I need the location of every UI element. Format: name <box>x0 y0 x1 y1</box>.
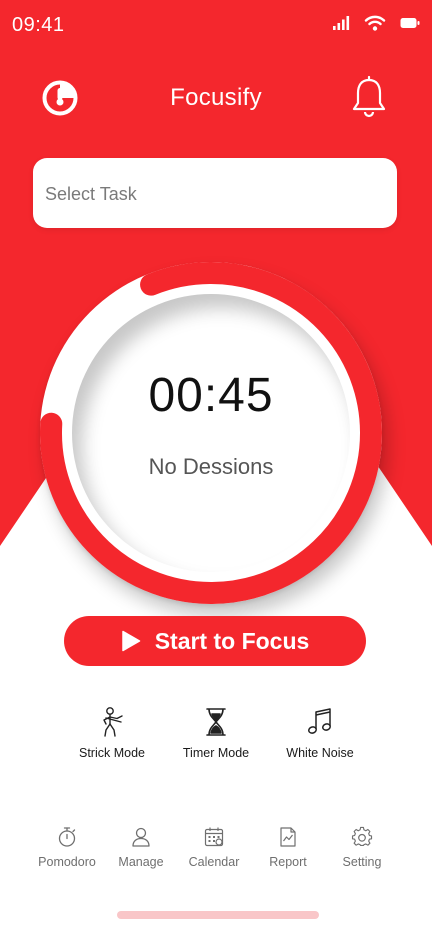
mode-options: Strick Mode Timer Mode White Noise <box>0 706 432 766</box>
notifications-button[interactable] <box>350 75 388 120</box>
status-icons <box>332 14 420 32</box>
start-focus-button[interactable]: Start to Focus <box>64 616 366 666</box>
strick-mode-label: Strick Mode <box>79 746 145 760</box>
timer-countdown: 00:45 <box>148 369 274 422</box>
battery-icon <box>400 18 420 28</box>
music-note-icon <box>308 708 331 734</box>
tab-report-label: Report <box>269 855 307 869</box>
report-icon <box>280 827 296 847</box>
tab-manage-label: Manage <box>118 855 164 869</box>
status-bar: 09:41 <box>0 0 432 54</box>
timer-sessions: No Dessions <box>148 454 274 479</box>
timer-mode-label: Timer Mode <box>182 746 250 760</box>
tab-pomodoro-label: Pomodoro <box>38 855 96 869</box>
white-noise-button[interactable]: White Noise <box>265 706 375 760</box>
wifi-icon <box>364 15 386 31</box>
tab-calendar[interactable]: Calendar <box>174 826 254 869</box>
task-select-dropdown[interactable]: Select Task <box>33 158 397 228</box>
timer-progress-arc <box>40 262 382 604</box>
start-focus-label: Start to Focus <box>154 627 310 654</box>
task-select-placeholder: Select Task <box>45 184 137 204</box>
calendar-icon <box>204 827 224 847</box>
user-icon <box>132 827 150 847</box>
timer-mode-button[interactable]: Timer Mode <box>161 706 271 760</box>
signal-icon <box>333 16 350 30</box>
play-icon <box>121 630 140 652</box>
tab-manage[interactable]: Manage <box>101 826 181 869</box>
white-noise-label: White Noise <box>286 746 354 760</box>
person-icon <box>103 707 123 737</box>
tab-calendar-label: Calendar <box>188 855 240 869</box>
stopwatch-icon <box>58 827 76 847</box>
bell-icon <box>352 75 386 118</box>
focus-timer: 00:45 No Dessions <box>40 262 382 604</box>
strick-mode-button[interactable]: Strick Mode <box>57 706 167 760</box>
hourglass-icon <box>206 708 226 736</box>
tab-report[interactable]: Report <box>248 826 328 869</box>
timer-progress-ring <box>40 262 382 604</box>
gear-icon <box>351 826 373 847</box>
home-indicator[interactable] <box>117 911 319 919</box>
app-header: Focusify <box>0 70 432 126</box>
status-time: 09:41 <box>12 14 65 36</box>
tab-setting-label: Setting <box>342 855 382 869</box>
tab-pomodoro[interactable]: Pomodoro <box>27 826 107 869</box>
tab-setting[interactable]: Setting <box>322 826 402 869</box>
bottom-tab-bar: Pomodoro Manage Calendar Report Setting <box>0 826 432 876</box>
